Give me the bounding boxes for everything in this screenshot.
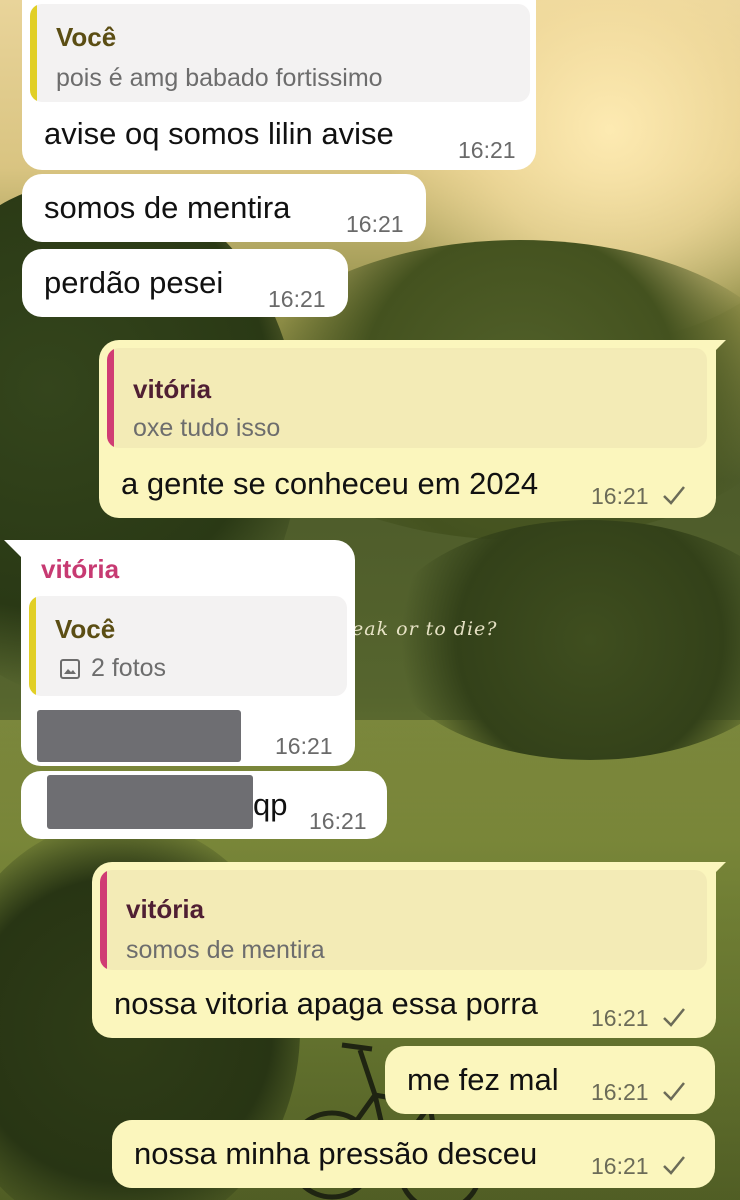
photo-icon bbox=[60, 659, 80, 679]
reply-quote-text: pois é amg babado fortissimo bbox=[56, 64, 383, 92]
reply-quote[interactable]: Você 2 fotos bbox=[29, 596, 347, 696]
reply-quote[interactable]: Você pois é amg babado fortissimo bbox=[30, 4, 530, 102]
reply-quote-author: vitória bbox=[133, 374, 212, 404]
message-bubble-outgoing[interactable]: nossa minha pressão desceu 16:21 bbox=[112, 1120, 715, 1188]
message-bubble-outgoing[interactable]: vitória somos de mentira nossa vitoria a… bbox=[92, 862, 716, 1038]
message-time: 16:21 bbox=[591, 1005, 649, 1031]
message-bubble-incoming[interactable]: vitória Você 2 fotos 16:21 bbox=[21, 540, 355, 766]
message-text: a gente se conheceu em 2024 bbox=[121, 466, 539, 501]
sent-check-icon bbox=[663, 1008, 685, 1027]
sender-name[interactable]: vitória bbox=[41, 554, 119, 585]
bubble-tail bbox=[4, 540, 22, 558]
reply-quote-bar bbox=[29, 596, 36, 696]
message-time: 16:21 bbox=[591, 1153, 649, 1179]
reply-quote-bar bbox=[100, 870, 107, 970]
reply-quote-author: vitória bbox=[126, 894, 205, 924]
message-text: me fez mal bbox=[407, 1062, 559, 1097]
message-text: nossa vitoria apaga essa porra bbox=[114, 986, 538, 1021]
sent-check-icon bbox=[663, 486, 685, 505]
sent-check-icon bbox=[663, 1082, 685, 1101]
reply-quote-text: oxe tudo isso bbox=[133, 414, 281, 442]
message-bubble-incoming[interactable]: somos de mentira 16:21 bbox=[22, 174, 426, 242]
message-text: somos de mentira bbox=[44, 190, 291, 225]
message-text: avise oq somos lilin avise bbox=[44, 116, 394, 151]
reply-quote-bar bbox=[107, 348, 114, 448]
message-time: 16:21 bbox=[309, 808, 367, 834]
message-bubble-incoming[interactable]: Você pois é amg babado fortissimo avise … bbox=[22, 0, 536, 170]
reply-quote-bar bbox=[30, 4, 37, 102]
message-time: 16:21 bbox=[268, 286, 326, 312]
reply-quote-text: 2 fotos bbox=[91, 654, 167, 682]
message-time: 16:21 bbox=[275, 733, 333, 759]
message-bubble-incoming[interactable]: perdão pesei 16:21 bbox=[22, 249, 348, 317]
message-text: perdão pesei bbox=[44, 265, 224, 300]
message-text: nossa minha pressão desceu bbox=[134, 1136, 538, 1171]
message-time: 16:21 bbox=[346, 211, 404, 237]
wallpaper-caption: eak or to die? bbox=[352, 618, 498, 640]
sent-check-icon bbox=[663, 1156, 685, 1175]
reply-quote-text: somos de mentira bbox=[126, 936, 325, 964]
reply-quote[interactable]: vitória somos de mentira bbox=[100, 870, 707, 970]
message-bubble-outgoing[interactable]: vitória oxe tudo isso a gente se conhece… bbox=[99, 340, 716, 518]
reply-quote-author: Você bbox=[56, 22, 117, 52]
redacted-text bbox=[37, 710, 241, 762]
reply-quote-author: Você bbox=[55, 614, 116, 644]
reply-quote[interactable]: vitória oxe tudo isso bbox=[107, 348, 707, 448]
message-bubble-incoming[interactable]: qp 16:21 bbox=[21, 771, 387, 839]
message-time: 16:21 bbox=[458, 137, 516, 163]
message-time: 16:21 bbox=[591, 1079, 649, 1105]
redacted-text bbox=[47, 775, 253, 829]
message-bubble-outgoing[interactable]: me fez mal 16:21 bbox=[385, 1046, 715, 1114]
message-time: 16:21 bbox=[591, 483, 649, 509]
message-text: qp bbox=[253, 787, 288, 822]
